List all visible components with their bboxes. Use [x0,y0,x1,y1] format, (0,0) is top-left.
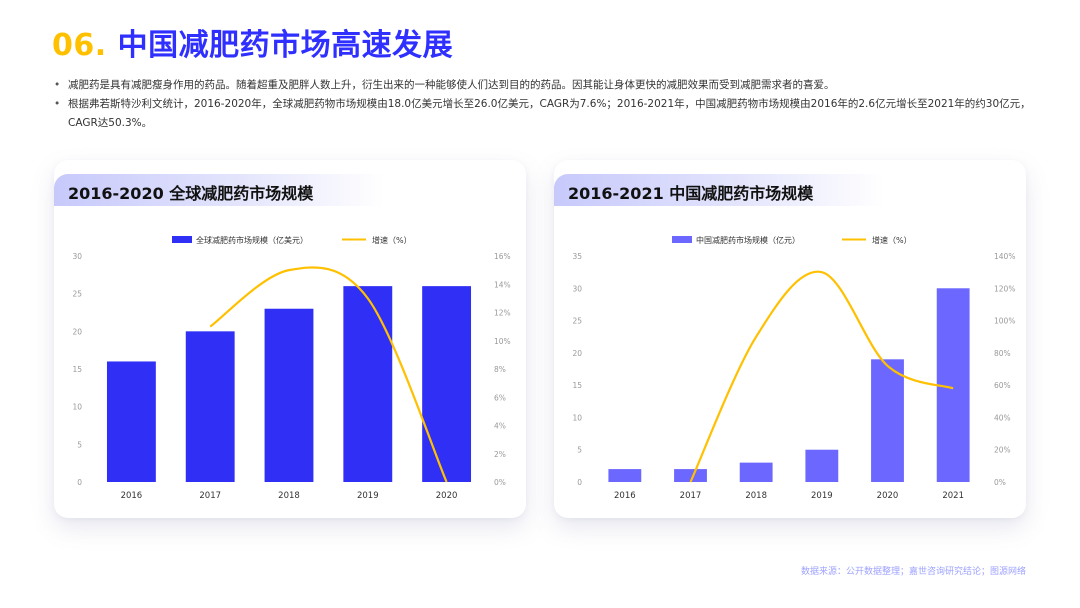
y-right-tick-label: 80% [994,349,1011,358]
x-tick-label: 2017 [199,491,221,501]
x-tick-label: 2017 [680,491,702,501]
section-number: 06. [52,28,107,63]
y-right-tick-label: 14% [494,280,511,289]
y-right-tick-label: 40% [994,413,1011,422]
y-right-tick-label: 0% [494,478,506,487]
bar [264,308,314,482]
x-tick-label: 2016 [614,491,636,501]
x-tick-label: 2019 [811,491,833,501]
legend-bar-swatch [172,236,192,243]
bullet-list: 减肥药是具有减肥瘦身作用的药品。随着超重及肥胖人数上升，衍生出来的一种能够使人们… [52,76,1052,133]
y-left-tick-label: 30 [72,252,82,261]
x-tick-label: 2020 [436,491,458,501]
bar [805,449,839,482]
x-tick-label: 2018 [278,491,300,501]
data-source: 数据来源：公开数据整理；嘉世咨询研究结论；图源网络 [800,567,1026,577]
y-right-tick-label: 6% [494,393,506,402]
legend-label: 增速（%） [872,235,912,245]
y-left-tick-label: 25 [72,290,82,299]
bar [871,359,904,482]
page-title: 06. 中国减肥药市场高速发展 [52,20,453,64]
global-market-card: 2016-2020 全球减肥药市场规模 全球减肥药市场规模（亿美元） 增速（%） 0… [54,160,526,518]
y-left-tick-label: 25 [572,317,582,326]
bar [608,469,642,482]
section-title: 中国减肥药市场高速发展 [117,28,454,63]
y-left-tick-label: 20 [72,327,82,336]
y-right-tick-label: 10% [494,337,511,346]
x-tick-label: 2016 [121,491,143,501]
growth-line [209,266,448,483]
x-tick-label: 2018 [745,491,767,501]
x-tick-label: 2021 [942,491,964,501]
y-right-tick-label: 8% [494,365,506,374]
bar [739,462,773,482]
y-left-tick-label: 0 [577,478,582,487]
y-right-tick-label: 12% [494,309,511,318]
bar [343,286,393,482]
bar [106,361,156,482]
y-right-tick-label: 2% [494,450,506,459]
china-market-chart: 中国减肥药市场规模（亿元） 增速（%） 0 5 10 15 20 25 30 35 0% 20% 40%… [572,235,1015,501]
y-right-tick-label: 120% [994,284,1015,293]
china-market-card: 2016-2021 中国减肥药市场规模 中国减肥药市场规模（亿元） 增速（%） 0 5… [554,160,1026,518]
y-right-tick-label: 4% [494,422,506,431]
y-left-tick-label: 0 [77,478,82,487]
legend-label: 增速（%） [372,235,412,245]
bullet-item: 根据弗若斯特沙利文统计，2016-2020年，全球减肥药物市场规模由18.0亿美… [52,95,1052,133]
bar [422,286,472,482]
card-title-bar: 2016-2021 中国减肥药市场规模 [554,174,884,206]
y-right-tick-label: 16% [494,252,511,261]
y-left-tick-label: 20 [572,349,582,358]
bar [185,331,235,482]
y-left-tick-label: 15 [572,381,582,390]
y-left-tick-label: 10 [72,403,82,412]
global-market-chart: 全球减肥药市场规模（亿美元） 增速（%） 0 5 10 15 20 25 30 0% 2% 4% 6% 8… [72,235,511,501]
y-right-tick-label: 0% [994,478,1006,487]
x-tick-label: 2019 [357,491,379,501]
bullet-item: 减肥药是具有减肥瘦身作用的药品。随着超重及肥胖人数上升，衍生出来的一种能够使人们… [52,76,1052,95]
x-tick-label: 2020 [877,491,899,501]
legend-label: 中国减肥药市场规模（亿元） [696,235,800,245]
legend-label: 全球减肥药市场规模（亿美元） [196,235,308,245]
y-left-tick-label: 30 [572,284,582,293]
card-title-bar: 2016-2020 全球减肥药市场规模 [54,174,384,206]
y-left-tick-label: 5 [77,440,82,449]
y-left-tick-label: 35 [572,252,582,261]
card-title: 2016-2021 中国减肥药市场规模 [568,184,814,203]
y-right-tick-label: 100% [994,317,1015,326]
card-title: 2016-2020 全球减肥药市场规模 [68,184,314,203]
y-right-tick-label: 60% [994,381,1011,390]
y-left-tick-label: 5 [577,446,582,455]
y-right-tick-label: 20% [994,446,1011,455]
legend-bar-swatch [672,236,692,243]
y-right-tick-label: 140% [994,252,1015,261]
y-left-tick-label: 15 [72,365,82,374]
y-left-tick-label: 10 [572,413,582,422]
